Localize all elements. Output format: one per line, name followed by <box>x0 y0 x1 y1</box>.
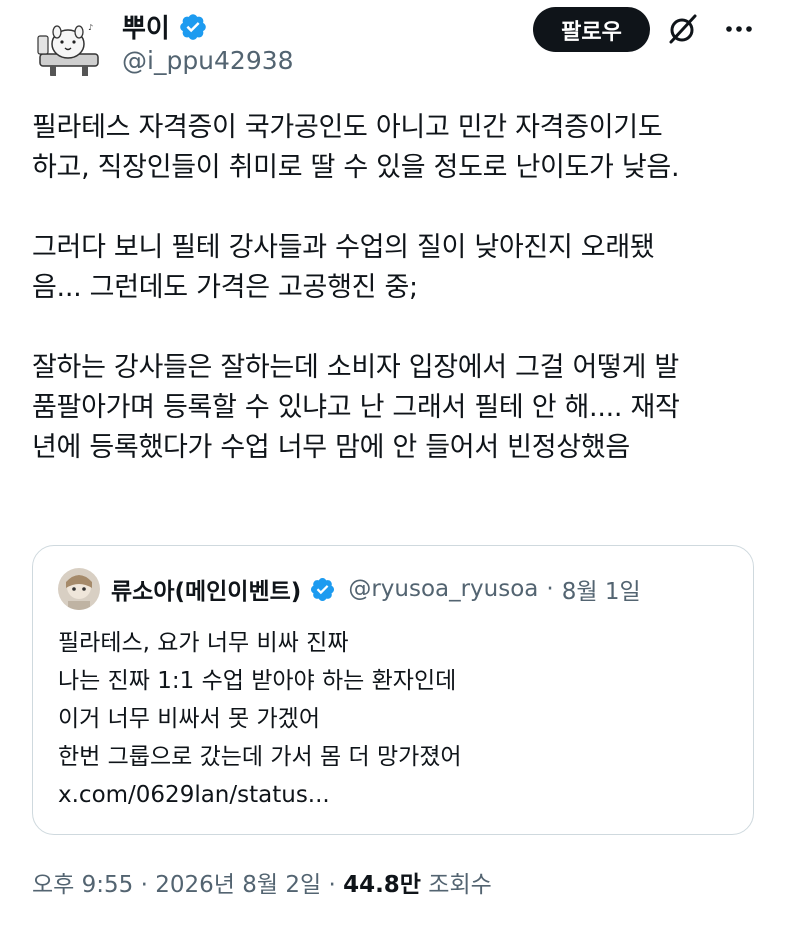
tweet-header: ♪ 뿌이 @i_ppu42938 팔로우 <box>0 0 786 100</box>
view-count-label: 조회수 <box>428 872 492 898</box>
tweet-meta: 오후 9:55 · 2026년 8월 2일 · 44.8만 조회수 <box>32 865 492 899</box>
quoted-date: 8월 1일 <box>561 579 641 605</box>
verified-badge-icon <box>178 12 208 42</box>
grok-icon[interactable] <box>666 12 700 46</box>
author-avatar[interactable]: ♪ <box>30 14 110 80</box>
quoted-text: 필라테스, 요가 너무 비싸 진짜 나는 진짜 1:1 수업 받아야 하는 환자… <box>58 630 462 808</box>
view-count: 44.8만 <box>343 872 421 898</box>
author-display-name[interactable]: 뿌이 <box>122 8 170 45</box>
author-handle[interactable]: @i_ppu42938 <box>122 46 294 75</box>
meta-separator: · <box>140 872 148 898</box>
quoted-separator: · <box>546 576 554 602</box>
verified-badge-icon <box>309 576 336 603</box>
tweet-date[interactable]: 2026년 8월 2일 <box>155 872 321 898</box>
follow-button[interactable]: 팔로우 <box>533 7 650 52</box>
tweet-text: 필라테스 자격증이 국가공인도 아니고 민간 자격증이기도 하고, 직장인들이 … <box>32 112 680 463</box>
quoted-author-avatar <box>58 568 100 610</box>
svg-text:♪: ♪ <box>88 23 93 32</box>
tweet-time[interactable]: 오후 9:55 <box>32 872 133 898</box>
author-name-row: 뿌이 <box>122 8 208 45</box>
quoted-handle: @ryusoa_ryusoa <box>348 576 539 602</box>
quoted-display-name: 류소아(메인이벤트) <box>111 579 302 605</box>
quoted-header: 류소아(메인이벤트) @ryusoa_ryusoa · 8월 1일 <box>111 572 641 606</box>
quoted-tweet[interactable]: 류소아(메인이벤트) @ryusoa_ryusoa · 8월 1일 필라테스, … <box>32 545 754 835</box>
more-icon[interactable] <box>719 14 759 44</box>
meta-separator: · <box>328 872 336 898</box>
